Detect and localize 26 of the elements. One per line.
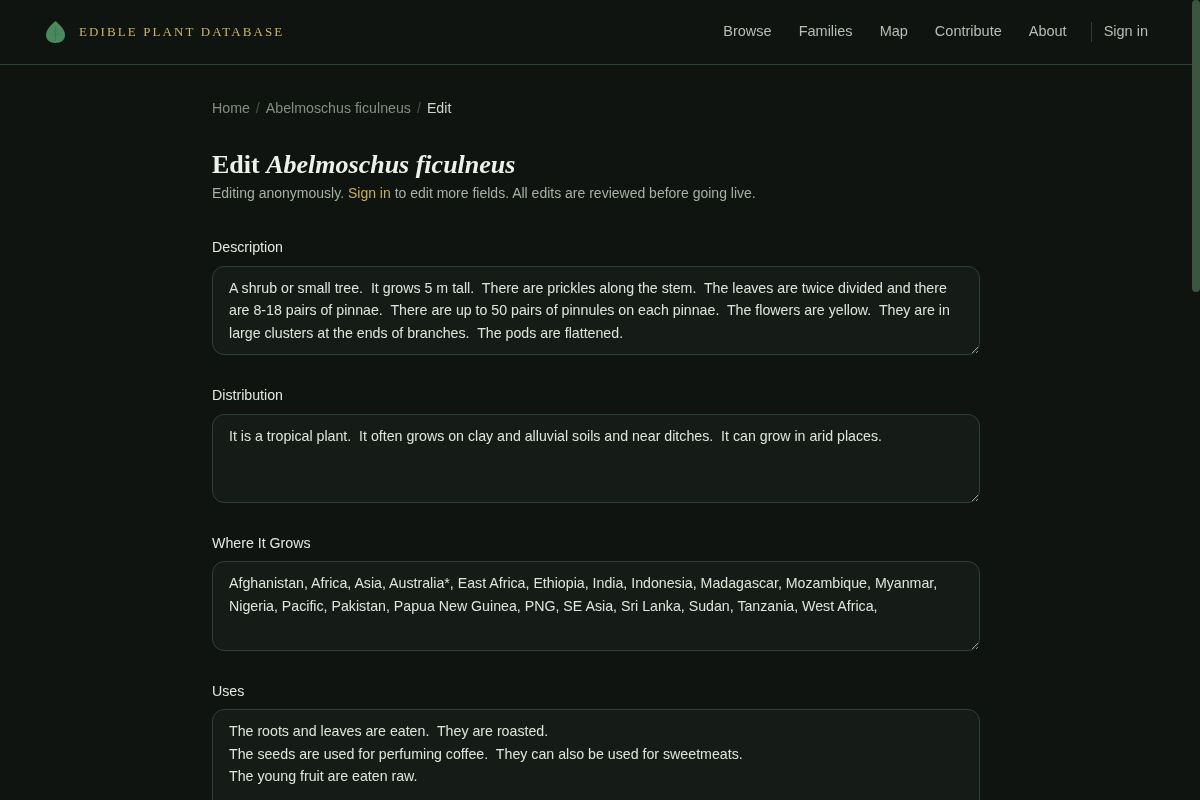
nav-link[interactable]: About [1028, 21, 1067, 43]
breadcrumb-link[interactable]: Abelmoschus ficulneus [265, 98, 411, 120]
sign-in-link[interactable]: Sign in [1103, 21, 1148, 43]
site-name: EDIBLE PLANT DATABASE [79, 23, 285, 42]
text-area[interactable]: It is a tropical plant. It often grows on clay and alluvial soils and near ditches. It can grow in arid places. [212, 413, 980, 504]
leaf-icon [46, 21, 65, 43]
editing-notice: Editing anonymously. Sign in to edit more fields. All edits are reviewed before going live. [212, 184, 757, 204]
field-label: Distribution [212, 386, 284, 406]
nav-link[interactable]: Browse [723, 21, 772, 43]
breadcrumb-link[interactable]: Home [212, 98, 250, 120]
breadcrumb-current: Edit [426, 99, 452, 118]
text-area[interactable]: The roots and leaves are eaten. They are roasted. The seeds are used for perfuming coffee. They can also be used for sweetmeats. The young fruit are eaten raw. [212, 709, 980, 800]
field-label: Description [212, 238, 284, 258]
scrollbar-thumb[interactable] [1192, 0, 1200, 292]
page-title: Edit Abelmoschus ficulneus [212, 149, 517, 181]
breadcrumb-separator: / [254, 99, 261, 118]
text-area[interactable]: A shrub or small tree. It grows 5 m tall. There are prickles along the stem. The leaves are twice divided and there are 8-18 pairs of pinnae. There are up to 50 pairs of pinnules on each pinnae. The flowers are yellow. They are in large clusters at the ends of branches. The pods are flattened. [212, 265, 980, 356]
site-logo-link[interactable]: EDIBLE PLANT DATABASE [46, 21, 285, 43]
nav-link[interactable]: Families [798, 21, 853, 43]
field-label: Where It Grows [212, 534, 312, 554]
nav-link[interactable]: Map [879, 21, 908, 43]
text-area[interactable]: Afghanistan, Africa, Asia, Australia*, East Africa, Ethiopia, India, Indonesia, Madagascar, Mozambique, Myanmar, Nigeria, Pacific, Pakistan, Papua New Guinea, PNG, SE Asia, Sri Lanka, Sudan, Tanzania, West Africa, [212, 561, 980, 651]
breadcrumb-separator: / [415, 99, 422, 118]
sign-in-link[interactable]: Sign in [347, 185, 391, 202]
field-label: Uses [212, 681, 246, 701]
nav-link[interactable]: Contribute [934, 21, 1002, 43]
